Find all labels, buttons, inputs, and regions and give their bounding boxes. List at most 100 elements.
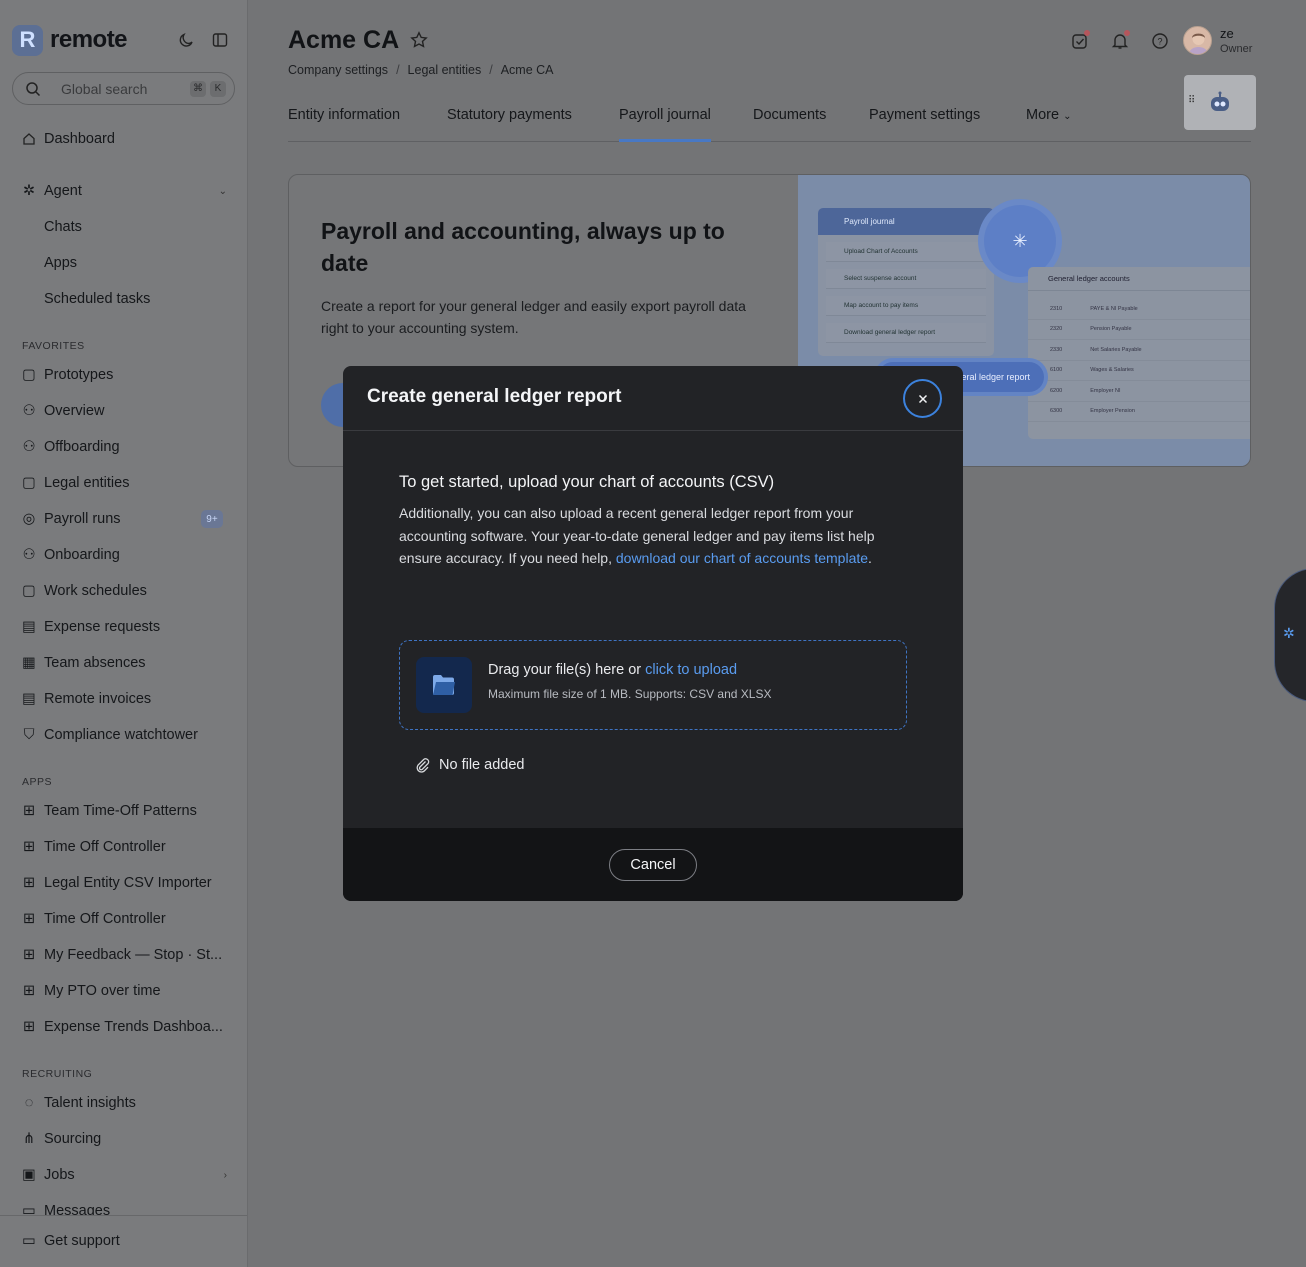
sidebar-item-dashboard[interactable]: Dashboard: [12, 122, 235, 156]
sidebar-item-onboarding[interactable]: ⚇ Onboarding: [12, 538, 235, 572]
user-name: ze: [1220, 26, 1234, 41]
sidebar-item-label: My Feedback — Stop · St...: [44, 947, 223, 963]
help-icon[interactable]: ?: [1150, 31, 1170, 51]
grid-icon: ⊞: [22, 875, 36, 891]
grid-icon: ⊞: [22, 839, 36, 855]
journal-step: Download general ledger report: [826, 323, 986, 343]
sidebar-item-apps[interactable]: Apps: [12, 246, 235, 280]
no-file-label: No file added: [439, 757, 525, 773]
tab-more-label: More: [1026, 107, 1060, 123]
avatar[interactable]: [1183, 26, 1212, 55]
chevron-right-icon: ›: [223, 1169, 227, 1181]
close-button[interactable]: [903, 379, 942, 418]
breadcrumb-separator: /: [489, 63, 493, 77]
sidebar-item-label: Dashboard: [44, 131, 115, 147]
sidebar-item-label: Team absences: [44, 655, 146, 671]
tab-entity-information[interactable]: Entity information: [288, 107, 400, 142]
cancel-button[interactable]: Cancel: [609, 849, 697, 881]
brand-logo[interactable]: R remote: [12, 24, 128, 56]
bell-icon[interactable]: [1110, 30, 1130, 51]
sidebar-item-app[interactable]: ⊞ Legal Entity CSV Importer: [12, 866, 235, 900]
click-to-upload-link[interactable]: click to upload: [645, 662, 737, 678]
sidebar-item-sourcing[interactable]: ⋔ Sourcing: [12, 1122, 235, 1156]
sidebar-item-team-absences[interactable]: ▦ Team absences: [12, 646, 235, 680]
grid-icon: ⊞: [22, 911, 36, 927]
sidebar-item-app[interactable]: ⊞ Time Off Controller: [12, 902, 235, 936]
sidebar-item-agent[interactable]: ✲ Agent ⌄: [12, 174, 235, 208]
sidebar-item-scheduled-tasks[interactable]: Scheduled tasks: [12, 282, 235, 316]
sidebar-item-label: Payroll runs: [44, 511, 121, 527]
user-menu[interactable]: ze Owner: [1220, 26, 1252, 55]
sidebar-item-app[interactable]: ⊞ Expense Trends Dashboa...: [12, 1010, 235, 1044]
calendar-icon: ▦: [22, 655, 36, 671]
sidebar-item-work-schedules[interactable]: ▢ Work schedules: [12, 574, 235, 608]
sidebar-item-legal-entities[interactable]: ▢ Legal entities: [12, 466, 235, 500]
sidebar-item-compliance-watchtower[interactable]: ⛉ Compliance watchtower: [12, 718, 235, 752]
gl-accounts-title: General ledger accounts: [1028, 267, 1250, 291]
notification-dot: [1124, 30, 1130, 36]
tab-payroll-journal[interactable]: Payroll journal: [619, 107, 711, 142]
breadcrumb-company-settings[interactable]: Company settings: [288, 63, 388, 77]
sidebar-item-app[interactable]: ⊞ My Feedback — Stop · St...: [12, 938, 235, 972]
tab-documents[interactable]: Documents: [753, 107, 826, 142]
gl-code: 6100: [1050, 367, 1063, 374]
sidebar-item-app[interactable]: ⊞ Team Time-Off Patterns: [12, 794, 235, 828]
journal-step: Select suspense account: [826, 269, 986, 289]
breadcrumb-legal-entities[interactable]: Legal entities: [408, 63, 482, 77]
sidebar-item-label: Onboarding: [44, 547, 120, 563]
global-search[interactable]: Global search ⌘ K: [12, 72, 235, 105]
create-gl-report-modal: Create general ledger report To get star…: [343, 366, 963, 901]
page-title: Acme CA: [288, 26, 400, 54]
sidebar-item-app[interactable]: ⊞ My PTO over time: [12, 974, 235, 1008]
sidebar-item-remote-invoices[interactable]: ▤ Remote invoices: [12, 682, 235, 716]
assistant-side-tab[interactable]: ✲: [1274, 568, 1306, 702]
sidebar-item-overview[interactable]: ⚇ Overview: [12, 394, 235, 428]
search-placeholder: Global search: [61, 80, 148, 97]
gl-name: Pension Payable: [1090, 326, 1132, 333]
tasks-icon[interactable]: [1070, 30, 1090, 51]
gl-row: 6100 Wages & Salaries: [1028, 361, 1250, 381]
sidebar-item-offboarding[interactable]: ⚇ Offboarding: [12, 430, 235, 464]
gl-row: 2330 Net Salaries Payable: [1028, 340, 1250, 361]
breadcrumb-separator: /: [396, 63, 400, 77]
sidebar-item-jobs[interactable]: ▣ Jobs ›: [12, 1158, 235, 1192]
sidebar: R remote Global search ⌘ K Dashboard ✲ A…: [0, 0, 248, 1267]
payroll-journal-card: Payroll journal Upload Chart of Accounts…: [818, 208, 994, 356]
brand-mark: R: [12, 24, 43, 56]
get-support-button[interactable]: ▭ Get support: [12, 1224, 235, 1258]
sidebar-item-talent-insights[interactable]: ◌ Talent insights: [12, 1086, 235, 1120]
sidebar-item-expense-requests[interactable]: ▤ Expense requests: [12, 610, 235, 644]
sparkle-icon: ✲: [22, 183, 36, 199]
section-label-favorites: FAVORITES: [22, 340, 85, 352]
notification-dot: [1084, 30, 1090, 36]
folder-icon: [416, 657, 472, 713]
sidebar-item-prototypes[interactable]: ▢ Prototypes: [12, 358, 235, 392]
sidebar-item-label: Chats: [44, 219, 82, 235]
sidebar-item-label: Remote invoices: [44, 691, 152, 707]
moon-icon[interactable]: [176, 30, 196, 50]
banner-title: Payroll and accounting, always up to dat…: [321, 218, 725, 276]
tab-payment-settings[interactable]: Payment settings: [869, 107, 980, 142]
sidebar-item-label: Time Off Controller: [44, 839, 166, 855]
shield-icon: ⛉: [23, 727, 35, 743]
sidebar-item-app[interactable]: ⊞ Time Off Controller: [12, 830, 235, 864]
modal-footer: Cancel: [343, 828, 963, 901]
search-icon: [26, 81, 41, 96]
sidebar-toggle-icon[interactable]: [210, 30, 230, 50]
user-role: Owner: [1220, 43, 1253, 55]
sidebar-item-payroll-runs[interactable]: ◎ Payroll runs 9+: [12, 502, 235, 536]
tab-statutory-payments[interactable]: Statutory payments: [447, 107, 572, 142]
sparkle-icon: ✲: [1283, 625, 1295, 641]
tab-more[interactable]: More ⌄: [1026, 107, 1071, 142]
paperclip-icon: [416, 758, 430, 773]
sidebar-item-label: Compliance watchtower: [44, 727, 198, 743]
journal-step: Map account to pay items: [826, 296, 986, 316]
sidebar-item-label: Jobs: [44, 1167, 75, 1183]
star-icon[interactable]: [410, 31, 428, 54]
sidebar-item-chats[interactable]: Chats: [12, 210, 235, 244]
file-dropzone[interactable]: Drag your file(s) here or click to uploa…: [399, 640, 907, 730]
download-template-link[interactable]: download our chart of accounts template: [616, 550, 868, 566]
people-icon: ⚇: [22, 547, 36, 563]
section-label-recruiting: RECRUITING: [22, 1068, 93, 1080]
sidebar-item-label: Work schedules: [44, 583, 147, 599]
